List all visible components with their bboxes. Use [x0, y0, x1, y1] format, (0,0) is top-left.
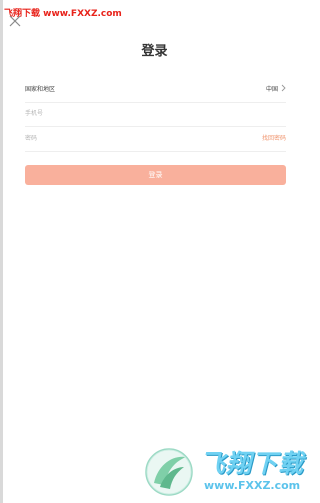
- brand-logo-text: 飞翔下载: [200, 449, 305, 478]
- region-label: 国家和地区: [25, 86, 56, 93]
- region-selector[interactable]: 国家和地区 中国: [25, 78, 286, 103]
- site-watermark-text: 飞翔下载 www.FXXZ.com: [4, 9, 122, 19]
- login-button[interactable]: 登录: [25, 165, 286, 185]
- phone-placeholder: 手机号: [25, 110, 44, 117]
- close-icon[interactable]: [9, 15, 21, 27]
- chevron-right-icon: [281, 84, 286, 92]
- brand-watermark: 飞翔下载 www.FXXZ.com: [142, 441, 309, 503]
- fxxz-logo-icon: [145, 448, 193, 496]
- page-title: 登录: [141, 44, 168, 59]
- region-value: 中国: [265, 86, 278, 93]
- password-placeholder: 密码: [25, 135, 38, 142]
- phone-field[interactable]: 手机号: [25, 102, 286, 127]
- password-field[interactable]: 密码 找回密码: [25, 127, 286, 152]
- forgot-password-link[interactable]: 找回密码: [262, 133, 286, 142]
- brand-logo-url: www.FXXZ.com: [204, 479, 301, 492]
- window-left-edge: [0, 0, 3, 503]
